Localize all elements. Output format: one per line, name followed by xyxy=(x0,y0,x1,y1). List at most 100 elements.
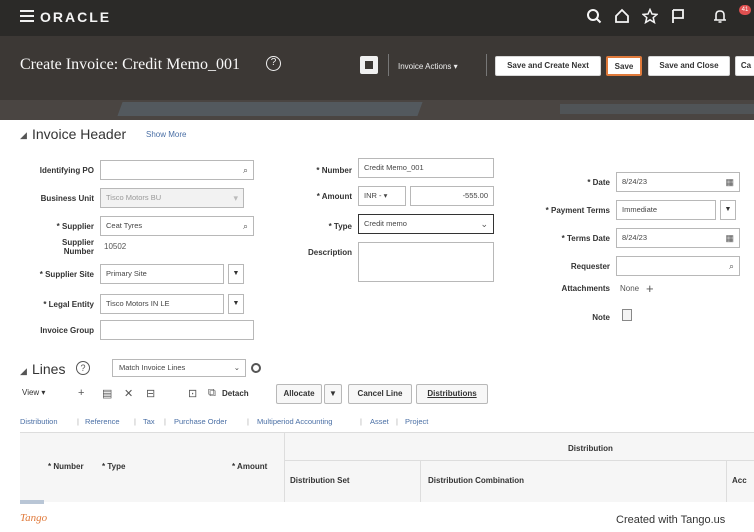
menu-icon[interactable] xyxy=(20,10,34,22)
search-icon[interactable]: ⌕ xyxy=(243,217,248,235)
tab-project[interactable]: Project xyxy=(405,417,428,426)
panel-toggle-button[interactable] xyxy=(360,56,378,74)
invoice-header-title: Invoice Header xyxy=(32,126,127,142)
supplier-input[interactable]: Ceat Tyres ⌕ xyxy=(100,216,254,236)
amount-label: * Amount xyxy=(316,192,352,201)
add-row-icon[interactable]: + xyxy=(78,387,84,399)
chevron-down-icon: ⌄ xyxy=(480,219,488,229)
requester-input[interactable]: ⌕ xyxy=(616,256,740,276)
wrap-icon[interactable]: ⊡ xyxy=(188,387,197,400)
legal-entity-dropdown-button[interactable]: ▼ xyxy=(228,294,244,314)
collapse-triangle-icon[interactable]: ◢ xyxy=(20,366,27,377)
calendar-icon[interactable]: ▦ xyxy=(725,173,734,191)
account-column-header: Acc xyxy=(732,476,747,485)
go-button-icon[interactable] xyxy=(251,363,261,373)
add-attachment-icon[interactable]: + xyxy=(646,281,654,296)
legal-entity-label: * Legal Entity xyxy=(43,300,94,309)
number-column-header: * Number xyxy=(48,462,84,471)
tab-tax[interactable]: Tax xyxy=(143,417,155,426)
allocate-button[interactable]: Allocate xyxy=(276,384,322,404)
invoice-number-input[interactable]: Credit Memo_001 xyxy=(358,158,494,178)
note-icon[interactable] xyxy=(622,309,632,321)
legal-entity-select[interactable]: Tisco Motors IN LE xyxy=(100,294,224,314)
save-button[interactable]: Save xyxy=(606,56,642,76)
search-icon[interactable] xyxy=(584,8,604,28)
divider xyxy=(420,460,421,502)
tab-separator: | xyxy=(77,417,79,426)
tango-logo: Tango xyxy=(20,512,48,524)
supplier-site-select[interactable]: Primary Site xyxy=(100,264,224,284)
note-label: Note xyxy=(592,313,610,322)
freeze-icon[interactable]: ⊟ xyxy=(146,387,155,400)
amount-input[interactable]: -555.00 xyxy=(410,186,494,206)
tab-separator: | xyxy=(396,417,398,426)
tab-purchase-order[interactable]: Purchase Order xyxy=(174,417,227,426)
amount-column-header: * Amount xyxy=(232,462,268,471)
payment-terms-label: * Payment Terms xyxy=(545,206,610,215)
detach-icon[interactable]: ⧉ xyxy=(208,387,216,400)
home-icon[interactable] xyxy=(612,8,632,28)
help-icon[interactable]: ? xyxy=(76,361,90,375)
currency-select[interactable]: INR - ▾ xyxy=(358,186,406,206)
supplier-number-value: 10502 xyxy=(104,242,127,251)
tab-asset[interactable]: Asset xyxy=(370,417,389,426)
app-window: ORACLE 41 Create Invoice: Credit Memo_00… xyxy=(0,0,754,532)
chevron-down-icon: ▾ xyxy=(233,193,238,203)
description-textarea[interactable] xyxy=(358,242,494,282)
flag-icon[interactable] xyxy=(668,8,688,28)
requester-label: Requester xyxy=(570,262,610,271)
oracle-logo[interactable]: ORACLE xyxy=(40,9,111,25)
detach-button[interactable]: Detach xyxy=(222,389,249,398)
business-unit-label: Business Unit xyxy=(40,194,94,203)
identifying-po-label: Identifying PO xyxy=(39,166,94,175)
match-invoice-lines-select[interactable]: Match Invoice Lines ⌄ xyxy=(112,359,246,377)
business-unit-field: Tisco Motors BU ▾ xyxy=(100,188,244,208)
lines-table-header xyxy=(20,432,754,502)
payment-terms-select[interactable]: Immediate xyxy=(616,200,716,220)
collapse-triangle-icon[interactable]: ◢ xyxy=(20,130,27,141)
terms-date-label: * Terms Date xyxy=(561,234,610,243)
search-icon[interactable]: ⌕ xyxy=(243,161,248,179)
tango-credit: Created with Tango.us xyxy=(616,514,726,526)
view-menu[interactable]: View ▾ xyxy=(22,388,45,397)
calendar-icon[interactable]: ▦ xyxy=(725,229,734,247)
divider xyxy=(726,460,727,502)
invoice-actions-menu[interactable]: Invoice Actions ▾ xyxy=(398,62,458,71)
save-and-create-next-button[interactable]: Save and Create Next xyxy=(495,56,601,76)
divider xyxy=(486,54,487,76)
search-icon[interactable]: ⌕ xyxy=(729,257,734,275)
distributions-button[interactable]: Distributions xyxy=(416,384,488,404)
identifying-po-input[interactable]: ⌕ xyxy=(100,160,254,180)
cancel-line-button[interactable]: Cancel Line xyxy=(348,384,412,404)
tab-distribution[interactable]: Distribution xyxy=(20,417,58,426)
edit-icon[interactable]: ▤ xyxy=(102,387,112,400)
notifications-bell-icon[interactable] xyxy=(710,8,730,28)
show-more-link[interactable]: Show More xyxy=(146,130,186,139)
tab-separator: | xyxy=(360,417,362,426)
invoice-type-select[interactable]: Credit memo ⌄ xyxy=(358,214,494,234)
tab-multiperiod-accounting[interactable]: Multiperiod Accounting xyxy=(257,417,332,426)
description-label: Description xyxy=(307,248,352,257)
header-decoration-stripe xyxy=(560,104,754,114)
help-icon[interactable]: ? xyxy=(266,56,281,71)
cancel-button[interactable]: Ca xyxy=(735,56,754,76)
invoice-group-input[interactable] xyxy=(100,320,254,340)
date-label: * Date xyxy=(587,178,610,187)
supplier-site-label: * Supplier Site xyxy=(39,270,94,279)
tab-separator: | xyxy=(247,417,249,426)
supplier-label: * Supplier xyxy=(56,222,94,231)
payment-terms-dropdown-button[interactable]: ▼ xyxy=(720,200,736,220)
table-row-indicator xyxy=(20,500,44,504)
date-input[interactable]: 8/24/23 ▦ xyxy=(616,172,740,192)
distribution-combination-column-header: Distribution Combination xyxy=(428,476,524,485)
save-and-close-button[interactable]: Save and Close xyxy=(648,56,730,76)
delete-icon[interactable]: ✕ xyxy=(124,387,133,400)
number-label: * Number xyxy=(316,166,352,175)
tab-separator: | xyxy=(164,417,166,426)
divider xyxy=(284,460,754,461)
favorites-star-icon[interactable] xyxy=(640,7,660,28)
terms-date-input[interactable]: 8/24/23 ▦ xyxy=(616,228,740,248)
tab-reference[interactable]: Reference xyxy=(85,417,120,426)
allocate-dropdown-button[interactable]: ▼ xyxy=(324,384,342,404)
supplier-site-dropdown-button[interactable]: ▼ xyxy=(228,264,244,284)
